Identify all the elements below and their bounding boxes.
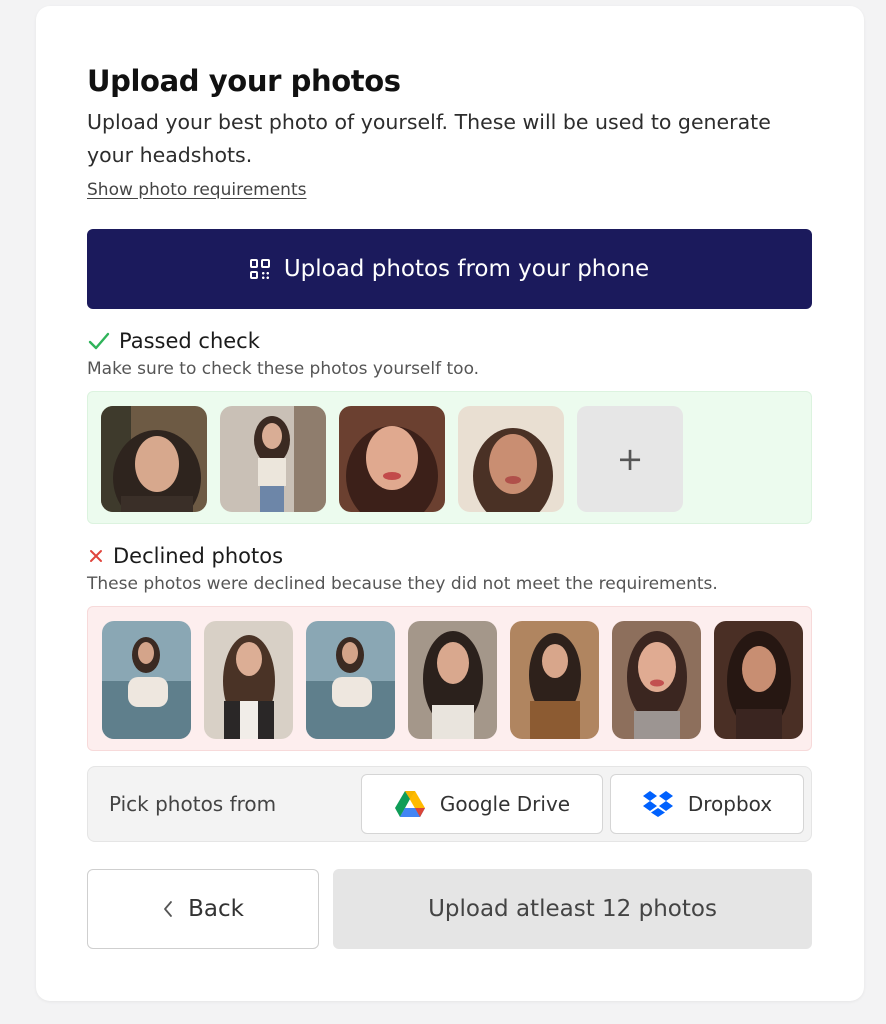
passed-photo[interactable] [101,406,207,512]
qr-code-icon [249,259,270,279]
declined-photo[interactable] [102,621,191,739]
declined-photo[interactable] [714,621,803,739]
declined-heading: Declined photos [87,544,283,568]
passed-subtitle: Make sure to check these photos yourself… [87,359,480,379]
page-subtitle: Upload your best photo of yourself. Thes… [87,110,771,167]
declined-photo[interactable] [510,621,599,739]
upload-card: Upload your photos Upload your best phot… [36,6,864,1001]
upload-from-phone-label: Upload photos from your phone [283,256,650,282]
declined-photo[interactable] [408,621,497,739]
upload-photos-button[interactable]: Upload atleast 12 photos [333,869,812,949]
declined-photo[interactable] [306,621,395,739]
dropbox-label: Dropbox [687,792,773,816]
cross-icon [90,550,102,562]
declined-subtitle: These photos were declined because they … [87,574,718,594]
show-requirements-link[interactable]: Show photo requirements [87,180,306,200]
dropbox-icon [642,791,673,817]
upload-from-phone-button[interactable]: Upload photos from your phone [87,229,812,309]
passed-photos-panel: + [87,391,812,524]
declined-photos-panel [87,606,812,751]
pick-photos-row: Pick photos from Google Drive Dropbox [87,766,812,842]
back-button[interactable]: Back [87,869,319,949]
declined-title: Declined photos [113,544,284,568]
page-title: Upload your photos [87,64,401,98]
checkmark-icon [88,332,110,350]
declined-photo[interactable] [204,621,293,739]
google-drive-button[interactable]: Google Drive [361,774,603,834]
chevron-left-icon [164,901,172,917]
upload-photos-label: Upload atleast 12 photos [428,896,717,922]
google-drive-icon [394,791,425,817]
back-label: Back [188,896,244,922]
pick-photos-label: Pick photos from [109,792,277,816]
declined-photo[interactable] [612,621,701,739]
passed-title: Passed check [119,329,260,353]
add-photo-button[interactable]: + [577,406,683,512]
passed-heading: Passed check [87,329,260,353]
passed-photo[interactable] [339,406,445,512]
declined-photo-list [102,621,803,739]
dropbox-button[interactable]: Dropbox [610,774,804,834]
passed-photo[interactable] [220,406,326,512]
google-drive-label: Google Drive [439,792,571,816]
passed-photo-list: + [101,406,683,512]
passed-photo[interactable] [458,406,564,512]
